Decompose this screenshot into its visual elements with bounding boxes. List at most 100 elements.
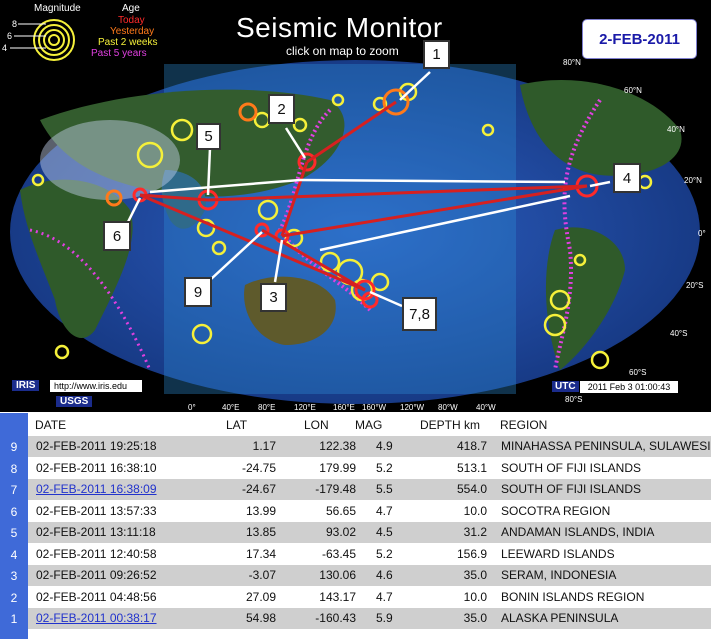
row-depth: 10.0 (463, 589, 487, 604)
row-mag: 4.9 (376, 439, 393, 453)
table-row: 02-FEB-2011 12:40:58 17.34 -63.45 5.2 156.9 L… (28, 544, 711, 565)
lat-label-80n: 80°N (563, 58, 581, 67)
age-past-2-weeks: Past 2 weeks (98, 37, 158, 48)
magnitude-rings-icon (10, 19, 75, 61)
table-row: 02-FEB-2011 04:48:56 27.09 143.17 4.7 10.0 BO… (28, 587, 711, 608)
row-date[interactable]: 02-FEB-2011 00:38:17 (36, 611, 157, 625)
row-date: 02-FEB-2011 12:40:58 (36, 546, 157, 561)
callout-5: 5 (196, 123, 221, 150)
row-depth: 554.0 (456, 482, 487, 496)
row-lon: -63.45 (321, 546, 356, 561)
row-lat: 13.85 (245, 525, 276, 539)
lon-label-120w: 120°W (400, 403, 425, 412)
lon-label-40e: 40°E (222, 403, 240, 412)
lat-label-40n: 40°N (667, 125, 685, 134)
callout-4: 4 (613, 163, 641, 193)
table-row[interactable]: 02-FEB-2011 16:38:09 -24.67 -179.48 5.5 554.… (28, 479, 711, 500)
row-date: 02-FEB-2011 16:38:10 (36, 460, 157, 475)
row-lat: 27.09 (245, 589, 276, 604)
header-mag: MAG (355, 418, 383, 432)
callout-1: 1 (423, 40, 450, 69)
earthquake-table: DATE LAT LON MAG DEPTH km REGION 02-FEB-… (0, 413, 711, 639)
mag-tick-8: 8 (12, 19, 18, 29)
row-lat: 1.17 (252, 439, 276, 453)
utc-label: UTC (552, 381, 579, 392)
lat-label-60s: 60°S (629, 368, 647, 377)
row-depth: 31.2 (463, 525, 487, 539)
legend-magnitude-label: Magnitude (34, 3, 81, 14)
row-lon: 122.38 (319, 439, 356, 453)
row-mag: 5.2 (376, 460, 393, 475)
table-row: 02-FEB-2011 13:57:33 13.99 56.65 4.7 10.0 SOC… (28, 501, 711, 522)
row-region: SOUTH OF FIJI ISLANDS (501, 482, 642, 496)
row-region: SOUTH OF FIJI ISLANDS (501, 460, 642, 475)
row-index: 5 (10, 526, 18, 540)
lat-label-20s: 20°S (686, 281, 704, 290)
map-graphics[interactable] (0, 0, 711, 412)
row-lat: 54.98 (245, 611, 276, 625)
lon-label-80e: 80°E (258, 403, 276, 412)
row-lon: 56.65 (325, 503, 356, 518)
row-mag: 5.9 (376, 611, 393, 625)
row-date: 02-FEB-2011 13:11:18 (36, 525, 156, 539)
lat-label-20n: 20°N (684, 176, 702, 185)
row-lat: -3.07 (248, 568, 276, 582)
row-depth: 418.7 (456, 439, 487, 453)
row-mag: 5.2 (376, 546, 393, 561)
row-lon: -160.43 (315, 611, 356, 625)
row-index: 8 (10, 461, 18, 476)
lat-label-40s: 40°S (670, 329, 688, 338)
row-region: MINAHASSA PENINSULA, SULAWESI (501, 439, 711, 453)
callout-9: 9 (184, 277, 212, 307)
callout-3: 3 (260, 283, 287, 312)
lon-label-160w: 160°W (362, 403, 387, 412)
seismic-monitor-page: Magnitude Age 8 6 4 Today Yesterday Past… (0, 0, 711, 639)
row-depth: 10.0 (463, 503, 487, 518)
row-lon: 179.99 (319, 460, 356, 475)
header-lat: LAT (226, 418, 248, 432)
lat-label-80s: 80°S (565, 395, 583, 404)
row-index: 9 (10, 440, 18, 454)
table-row: 02-FEB-2011 16:38:10 -24.75 179.99 5.2 513.1… (28, 458, 711, 479)
row-region: SOCOTRA REGION (501, 503, 611, 518)
callout-6: 6 (103, 221, 131, 251)
row-mag: 4.7 (376, 589, 393, 604)
table-row: 02-FEB-2011 09:26:52 -3.07 130.06 4.6 35.0 SE… (28, 565, 711, 586)
row-depth: 35.0 (463, 568, 487, 582)
table-row: 02-FEB-2011 13:11:18 13.85 93.02 4.5 31.2 AND… (28, 522, 711, 543)
lon-label-160e: 160°E (333, 403, 355, 412)
row-index: 1 (10, 612, 18, 626)
row-lat: -24.67 (241, 482, 276, 496)
row-date: 02-FEB-2011 19:25:18 (36, 439, 157, 453)
world-map[interactable]: Magnitude Age 8 6 4 Today Yesterday Past… (0, 0, 711, 412)
lon-label-80w: 80°W (438, 403, 458, 412)
row-index: 6 (10, 504, 18, 519)
row-lon: 93.02 (325, 525, 356, 539)
row-region: ALASKA PENINSULA (501, 611, 619, 625)
row-region: SERAM, INDONESIA (501, 568, 617, 582)
lon-label-0: 0° (188, 403, 196, 412)
date-badge: 2-FEB-2011 (582, 19, 697, 59)
page-title: Seismic Monitor (236, 12, 443, 43)
row-mag: 5.5 (376, 482, 393, 496)
lat-label-0: 0° (698, 229, 706, 238)
table-row[interactable]: 02-FEB-2011 00:38:17 54.98 -160.43 5.9 35.0 A… (28, 608, 711, 629)
row-mag: 4.6 (376, 568, 393, 582)
iris-url-link[interactable]: http://www.iris.edu (50, 380, 142, 392)
row-region: BONIN ISLANDS REGION (501, 589, 645, 604)
callout-2: 2 (268, 94, 295, 124)
row-index: 2 (10, 590, 18, 605)
row-date[interactable]: 02-FEB-2011 16:38:09 (36, 482, 157, 496)
lon-label-120e: 120°E (294, 403, 316, 412)
cloud-cover (40, 120, 180, 200)
row-date: 02-FEB-2011 04:48:56 (36, 589, 157, 604)
row-region: LEEWARD ISLANDS (501, 546, 615, 561)
lat-label-60n: 60°N (624, 86, 642, 95)
iris-logo: IRIS (12, 380, 40, 391)
header-lon: LON (304, 418, 329, 432)
utc-time: 2011 Feb 3 01:00:43 (580, 381, 678, 393)
mag-tick-4: 4 (2, 43, 8, 53)
lon-label-40w: 40°W (476, 403, 496, 412)
row-lat: 13.99 (245, 503, 276, 518)
row-lon: -179.48 (315, 482, 356, 496)
